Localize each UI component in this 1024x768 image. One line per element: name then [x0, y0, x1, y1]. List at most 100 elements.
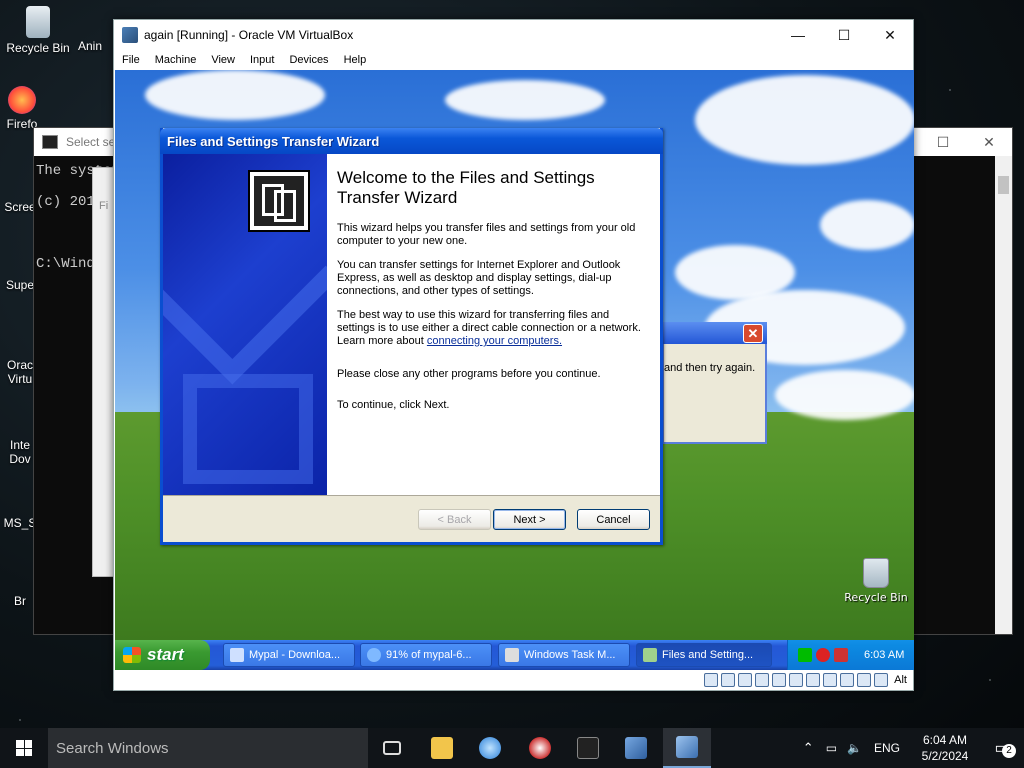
virtualbox-window[interactable]: again [Running] - Oracle VM VirtualBox —… [113, 19, 914, 691]
taskbar-button-label: 91% of mypal-6... [386, 649, 472, 661]
error-message: and then try again. [664, 362, 756, 374]
menu-machine[interactable]: Machine [155, 54, 197, 66]
minimize-icon[interactable]: — [775, 20, 821, 50]
desktop-icon-anin[interactable]: Anin [78, 39, 114, 53]
cancel-button[interactable]: Cancel [577, 509, 650, 530]
menu-help[interactable]: Help [344, 54, 367, 66]
taskbar-app[interactable] [516, 728, 564, 768]
guest-desktop[interactable]: Recycle Bin ✕ and then try again. Files … [115, 70, 914, 640]
task-view-button[interactable] [368, 728, 416, 768]
windows-start-button[interactable] [0, 728, 48, 768]
cloud [820, 200, 914, 250]
transfer-wizard-icon [248, 170, 310, 232]
windows-logo-icon [16, 740, 32, 756]
mouse-integration-icon[interactable] [857, 673, 872, 687]
optical-drive-icon[interactable] [721, 673, 736, 687]
shared-folders-icon[interactable] [789, 673, 804, 687]
menu-input[interactable]: Input [250, 54, 274, 66]
menu-view[interactable]: View [211, 54, 235, 66]
display-icon[interactable] [806, 673, 821, 687]
close-icon[interactable]: ✕ [743, 324, 763, 343]
cloud [145, 70, 325, 120]
next-button[interactable]: Next > [493, 509, 566, 530]
wizard-paragraph: The best way to use this wizard for tran… [337, 309, 647, 348]
search-box[interactable]: Search Windows [48, 728, 368, 768]
hard-disk-icon[interactable] [704, 673, 719, 687]
mypal-icon [230, 648, 244, 662]
taskbar-button-label: Mypal - Downloa... [249, 649, 341, 661]
host-system-tray: ⌃ ▭ 🔈 ENG 6:04 AM 5/2/2024 ▭ 2 [803, 728, 1024, 768]
cpu-icon[interactable] [840, 673, 855, 687]
start-button[interactable]: start [115, 640, 210, 670]
language-indicator[interactable]: ENG [874, 741, 900, 755]
guest-system-tray: 6:03 AM [787, 640, 914, 670]
guest-recycle-bin[interactable]: Recycle Bin [841, 558, 911, 604]
maximize-icon[interactable]: ☐ [821, 20, 867, 50]
taskbar-button-task-manager[interactable]: Windows Task M... [498, 643, 630, 667]
taskbar-ie[interactable] [466, 728, 514, 768]
wizard-title: Files and Settings Transfer Wizard [167, 133, 380, 149]
clock-date: 5/2/2024 [921, 749, 969, 763]
back-button[interactable]: < Back [418, 509, 491, 530]
cloud [445, 80, 605, 120]
error-tray-icon[interactable] [816, 648, 830, 662]
audio-icon[interactable] [738, 673, 753, 687]
search-placeholder: Search Windows [56, 739, 169, 757]
wizard-heading: Welcome to the Files and Settings Transf… [337, 168, 595, 207]
guest-taskbar: start Mypal - Downloa... 91% of mypal-6.… [115, 640, 914, 670]
recycle-bin-icon [863, 558, 889, 588]
volume-muted-icon[interactable]: 🔈 [847, 741, 862, 755]
error-dialog[interactable]: ✕ and then try again. [662, 322, 767, 444]
virtualbox-icon [625, 737, 647, 759]
maximize-icon[interactable]: ☐ [920, 134, 966, 151]
taskbar-button-label: Files and Setting... [662, 649, 754, 661]
windows-flag-icon [123, 647, 141, 663]
recycle-bin-icon [26, 6, 50, 38]
cmd-scrollbar[interactable] [995, 156, 1012, 634]
taskbar-virtualbox-vm[interactable] [663, 728, 711, 768]
close-icon[interactable]: ✕ [966, 134, 1012, 151]
virtualbox-status-bar: Alt [114, 670, 913, 690]
wizard-side-banner [163, 154, 327, 495]
taskbar-file-explorer[interactable] [418, 728, 466, 768]
cloud [775, 370, 914, 420]
desktop-icon-firefox[interactable]: Firefo [2, 86, 42, 131]
wizard-paragraph: You can transfer settings for Internet E… [337, 259, 621, 297]
guest-clock[interactable]: 6:03 AM [864, 649, 904, 661]
wizard-titlebar[interactable]: Files and Settings Transfer Wizard [160, 128, 663, 154]
close-icon[interactable]: ✕ [867, 20, 913, 50]
host-clock[interactable]: 6:04 AM 5/2/2024 [910, 732, 980, 764]
host-taskbar: Search Windows ⌃ ▭ 🔈 ENG 6:04 AM 5/2/202… [0, 728, 1024, 768]
network-icon[interactable] [755, 673, 770, 687]
wizard-separator [163, 495, 660, 496]
desktop-icon-recycle-bin[interactable]: Recycle Bin [2, 6, 74, 55]
video-capture-icon[interactable] [823, 673, 838, 687]
error-titlebar[interactable]: ✕ [662, 322, 767, 344]
menu-bar: File Machine View Input Devices Help [114, 50, 913, 70]
start-label: start [147, 645, 184, 664]
keyboard-icon[interactable] [874, 673, 889, 687]
network-icon[interactable] [798, 648, 812, 662]
scrollbar-thumb[interactable] [998, 176, 1009, 194]
chevron-up-icon[interactable]: ⌃ [803, 740, 814, 756]
virtualbox-titlebar[interactable]: again [Running] - Oracle VM VirtualBox —… [114, 20, 913, 50]
network-icon[interactable]: ▭ [826, 741, 837, 755]
transfer-wizard-dialog[interactable]: Files and Settings Transfer Wizard Welco… [160, 128, 663, 545]
taskbar-virtualbox-manager[interactable] [612, 728, 660, 768]
wizard-paragraph: Please close any other programs before y… [337, 368, 601, 380]
notification-count: 2 [1002, 744, 1016, 758]
taskbar-button-transfer-wizard[interactable]: Files and Setting... [636, 643, 772, 667]
usb-icon[interactable] [772, 673, 787, 687]
internet-explorer-icon [479, 737, 501, 759]
taskbar-button-download[interactable]: 91% of mypal-6... [360, 643, 492, 667]
guest-recycle-bin-label: Recycle Bin [844, 591, 908, 604]
security-shield-icon[interactable] [834, 648, 848, 662]
menu-file[interactable]: File [122, 54, 140, 66]
box-graphic [183, 374, 313, 484]
action-center-button[interactable]: ▭ 2 [980, 738, 1024, 758]
wizard-body: Welcome to the Files and Settings Transf… [163, 154, 660, 495]
menu-devices[interactable]: Devices [289, 54, 328, 66]
taskbar-button-mypal[interactable]: Mypal - Downloa... [223, 643, 355, 667]
connecting-computers-link[interactable]: connecting your computers. [427, 335, 562, 347]
taskbar-cmd[interactable] [564, 728, 612, 768]
